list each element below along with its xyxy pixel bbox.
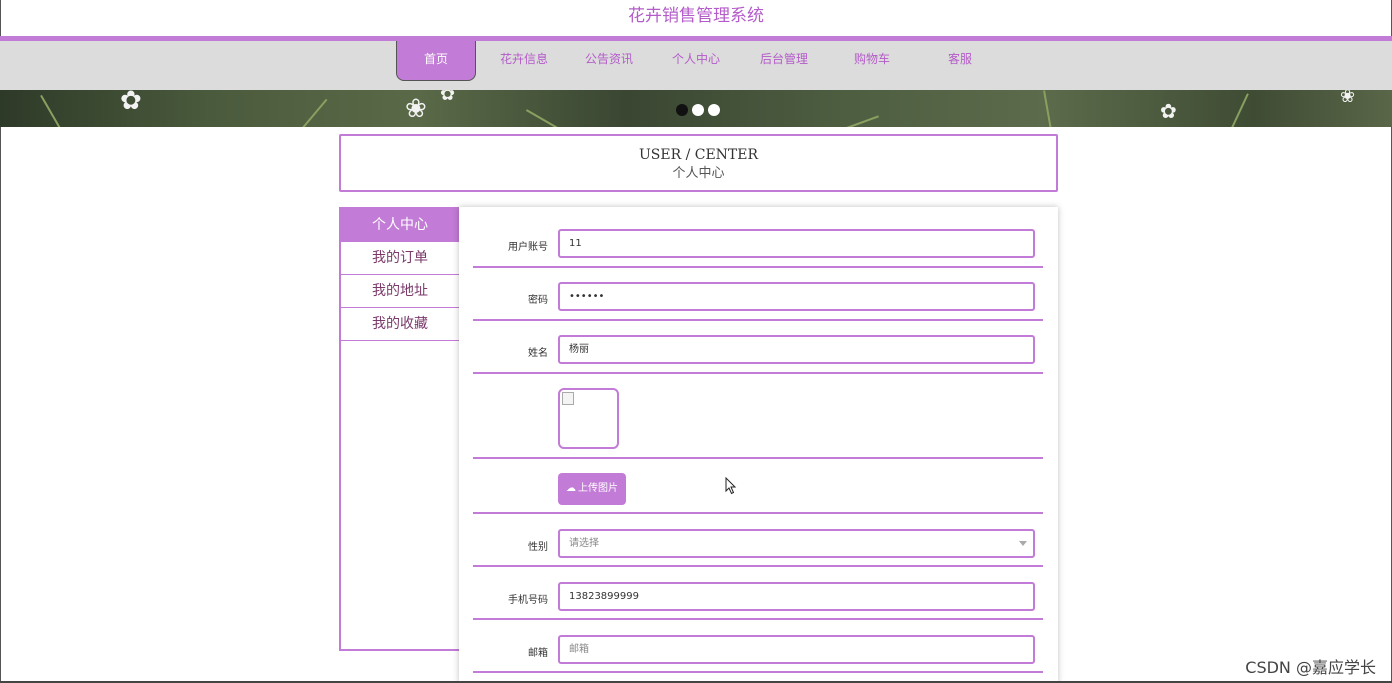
- carousel-dot-1[interactable]: [676, 104, 688, 116]
- email-input[interactable]: 邮箱: [558, 635, 1035, 664]
- name-input[interactable]: 杨丽: [558, 335, 1035, 364]
- nav-user-center[interactable]: 个人中心: [660, 41, 732, 77]
- gender-label: 性别: [528, 542, 548, 553]
- main-nav: 首页 花卉信息 公告资讯 个人中心 后台管理 购物车 客服: [0, 41, 1392, 90]
- broken-image-icon: [562, 392, 574, 405]
- password-input[interactable]: ••••••: [558, 282, 1035, 311]
- form-row-name: 姓名 杨丽: [473, 335, 1043, 374]
- user-center-title-en: USER / CENTER: [638, 147, 759, 163]
- upload-button-label: 上传图片: [578, 483, 618, 494]
- upload-image-button[interactable]: ☁ 上传图片: [558, 473, 626, 505]
- sidebar-item-favorites[interactable]: 我的收藏: [341, 308, 459, 341]
- nav-home[interactable]: 首页: [396, 41, 476, 81]
- account-label: 用户账号: [508, 242, 548, 253]
- name-label: 姓名: [528, 348, 548, 359]
- form-row-upload: ☁ 上传图片: [473, 473, 1043, 514]
- form-row-avatar: [473, 388, 1043, 459]
- chevron-down-icon: [1019, 541, 1027, 546]
- cloud-upload-icon: ☁: [566, 483, 576, 494]
- nav-admin[interactable]: 后台管理: [748, 41, 820, 77]
- gender-select[interactable]: 请选择: [558, 529, 1035, 558]
- carousel-dot-3[interactable]: [708, 104, 720, 116]
- user-sidebar: 个人中心 我的订单 我的地址 我的收藏: [339, 207, 459, 651]
- nav-announcements[interactable]: 公告资讯: [573, 41, 645, 77]
- nav-flower-info[interactable]: 花卉信息: [488, 41, 560, 77]
- account-input[interactable]: 11: [558, 229, 1035, 258]
- sidebar-item-orders[interactable]: 我的订单: [341, 242, 459, 275]
- nav-cart[interactable]: 购物车: [836, 41, 908, 77]
- carousel-dots: [676, 104, 720, 116]
- site-title: 花卉销售管理系统: [628, 6, 764, 26]
- form-row-gender: 性别 请选择: [473, 529, 1043, 567]
- form-row-phone: 手机号码 13823899999: [473, 582, 1043, 620]
- gender-placeholder: 请选择: [569, 538, 599, 549]
- carousel-dot-2[interactable]: [692, 104, 704, 116]
- watermark: CSDN @嘉应学长: [1245, 658, 1376, 677]
- nav-customer-service[interactable]: 客服: [924, 41, 996, 77]
- password-label: 密码: [528, 295, 548, 306]
- user-center-title-cn: 个人中心: [672, 166, 725, 181]
- form-row-password: 密码 ••••••: [473, 282, 1043, 321]
- email-label: 邮箱: [528, 648, 548, 659]
- profile-form: 用户账号 11 密码 •••••• 姓名 杨丽 ☁ 上传图片 性别 请选择 手机号…: [459, 207, 1058, 683]
- form-row-account: 用户账号 11: [473, 229, 1043, 268]
- user-center-header: USER / CENTER 个人中心: [339, 134, 1058, 192]
- avatar-preview: [558, 388, 619, 449]
- phone-label: 手机号码: [508, 595, 548, 606]
- sidebar-item-address[interactable]: 我的地址: [341, 275, 459, 308]
- mouse-cursor-icon: [725, 477, 737, 495]
- phone-input[interactable]: 13823899999: [558, 582, 1035, 611]
- sidebar-item-user-center[interactable]: 个人中心: [341, 209, 459, 242]
- form-row-email: 邮箱 邮箱: [473, 635, 1043, 673]
